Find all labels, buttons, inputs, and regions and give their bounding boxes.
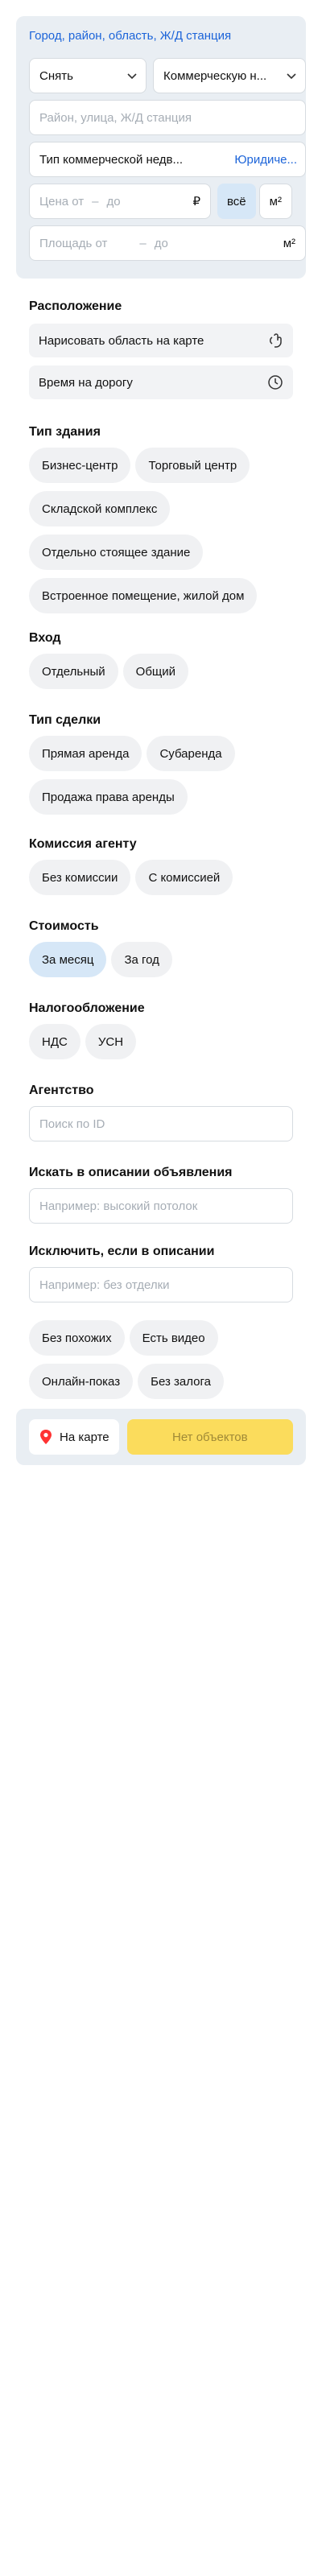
area-to-placeholder: до <box>154 236 168 250</box>
price-to-placeholder: до <box>106 194 121 208</box>
category-value: Коммерческую н... <box>163 68 267 83</box>
property-type-value: Тип коммерческой недв... <box>39 152 184 167</box>
draw-area-button[interactable]: Нарисовать область на карте <box>29 324 293 357</box>
include-description-input[interactable]: Например: высокий потолок <box>29 1188 293 1224</box>
agency-id-placeholder: Поиск по ID <box>39 1117 105 1131</box>
chip-built-in-premises[interactable]: Встроенное помещение, жилой дом <box>29 578 258 613</box>
price-unit-toggle: всё м² <box>217 184 292 219</box>
chip-lease-rights-sale[interactable]: Продажа права аренды <box>29 779 188 815</box>
bottom-action-bar: На карте Нет объектов <box>16 1409 306 1465</box>
section-title-agency: Агентство <box>29 1084 94 1097</box>
toggle-per-m2[interactable]: м² <box>258 184 292 219</box>
exclude-description-input[interactable]: Например: без отделки <box>29 1267 293 1302</box>
chip-separate-entrance[interactable]: Отдельный <box>29 654 118 689</box>
section-title-deal-type: Тип сделки <box>29 713 101 727</box>
chip-common-entrance[interactable]: Общий <box>122 654 189 689</box>
price-from-placeholder: Цена от <box>39 194 85 208</box>
chip-per-year[interactable]: За год <box>111 942 172 977</box>
chip-sublease[interactable]: Субаренда <box>147 736 235 771</box>
chip-no-commission[interactable]: Без комиссии <box>29 860 131 895</box>
travel-time-button[interactable]: Время на дорогу <box>29 365 293 399</box>
agency-id-input[interactable]: Поиск по ID <box>29 1106 293 1141</box>
chip-business-center[interactable]: Бизнес-центр <box>29 448 131 483</box>
chevron-down-icon <box>287 73 296 80</box>
show-on-map-label: На карте <box>60 1430 109 1444</box>
section-title-cost: Стоимость <box>29 919 99 933</box>
draw-hand-icon <box>270 333 282 348</box>
map-pin-icon <box>40 1430 52 1444</box>
price-range-input[interactable]: Цена от – до ₽ <box>29 184 211 219</box>
chevron-down-icon <box>127 73 137 80</box>
section-title-entrance: Вход <box>29 631 61 645</box>
deal-type-select[interactable]: Снять <box>29 58 147 93</box>
chip-shopping-center[interactable]: Торговый центр <box>135 448 250 483</box>
section-title-include-description: Искать в описании объявления <box>29 1166 233 1179</box>
show-on-map-button[interactable]: На карте <box>29 1419 119 1455</box>
search-filter-panel: Город, район, область, Ж/Д станция Снять… <box>16 16 306 279</box>
deal-type-value: Снять <box>39 68 73 83</box>
deal-type-chips: Прямая аренда Субаренда Продажа права ар… <box>29 736 303 815</box>
entrance-chips: Отдельный Общий <box>29 654 303 689</box>
geo-link[interactable]: Город, район, область, Ж/Д станция <box>29 24 293 48</box>
travel-time-label: Время на дорогу <box>39 375 133 390</box>
section-title-location: Расположение <box>29 299 122 313</box>
chip-standalone-building[interactable]: Отдельно стоящее здание <box>29 535 204 570</box>
section-title-building-type: Тип здания <box>29 425 101 439</box>
draw-area-label: Нарисовать область на карте <box>39 333 204 348</box>
area-range-input[interactable]: Площадь от – до м² <box>29 225 306 261</box>
exclude-description-placeholder: Например: без отделки <box>39 1278 170 1292</box>
taxation-chips: НДС УСН <box>29 1024 303 1059</box>
legal-entity-link[interactable]: Юридиче... <box>234 153 297 167</box>
category-select[interactable]: Коммерческую н... <box>153 58 306 93</box>
currency-symbol: ₽ <box>192 195 200 208</box>
chip-no-deposit[interactable]: Без залога <box>138 1364 224 1399</box>
building-type-chips: Бизнес-центр Торговый центр Складской ко… <box>29 448 303 613</box>
section-title-exclude-description: Исключить, если в описании <box>29 1245 215 1258</box>
area-from-placeholder: Площадь от <box>39 236 108 250</box>
chip-direct-lease[interactable]: Прямая аренда <box>29 736 142 771</box>
include-description-placeholder: Например: высокий потолок <box>39 1199 198 1213</box>
chip-warehouse[interactable]: Складской комплекс <box>29 491 171 526</box>
chip-with-commission[interactable]: С комиссией <box>135 860 233 895</box>
price-dash: – <box>92 194 99 208</box>
clock-icon <box>268 375 283 390</box>
show-results-button[interactable]: Нет объектов <box>126 1419 293 1455</box>
chip-per-month[interactable]: За месяц <box>29 942 107 977</box>
extra-filter-chips: Без похожих Есть видео Онлайн-показ Без … <box>29 1320 303 1399</box>
area-dash: – <box>139 236 147 250</box>
chip-usn[interactable]: УСН <box>85 1024 137 1059</box>
chip-online-viewing[interactable]: Онлайн-показ <box>29 1364 134 1399</box>
toggle-all[interactable]: всё <box>217 184 256 219</box>
address-placeholder: Район, улица, Ж/Д станция <box>39 110 192 125</box>
chip-no-similar[interactable]: Без похожих <box>29 1320 125 1356</box>
cost-period-chips: За месяц За год <box>29 942 303 977</box>
section-title-commission: Комиссия агенту <box>29 837 137 851</box>
chip-has-video[interactable]: Есть видео <box>129 1320 218 1356</box>
section-title-taxation: Налогообложение <box>29 1001 145 1015</box>
area-unit: м² <box>283 236 295 250</box>
property-type-select[interactable]: Тип коммерческой недв... Юридиче... <box>29 142 306 177</box>
chip-vat[interactable]: НДС <box>29 1024 80 1059</box>
address-input[interactable]: Район, улица, Ж/Д станция <box>29 100 306 135</box>
commission-chips: Без комиссии С комиссией <box>29 860 303 895</box>
